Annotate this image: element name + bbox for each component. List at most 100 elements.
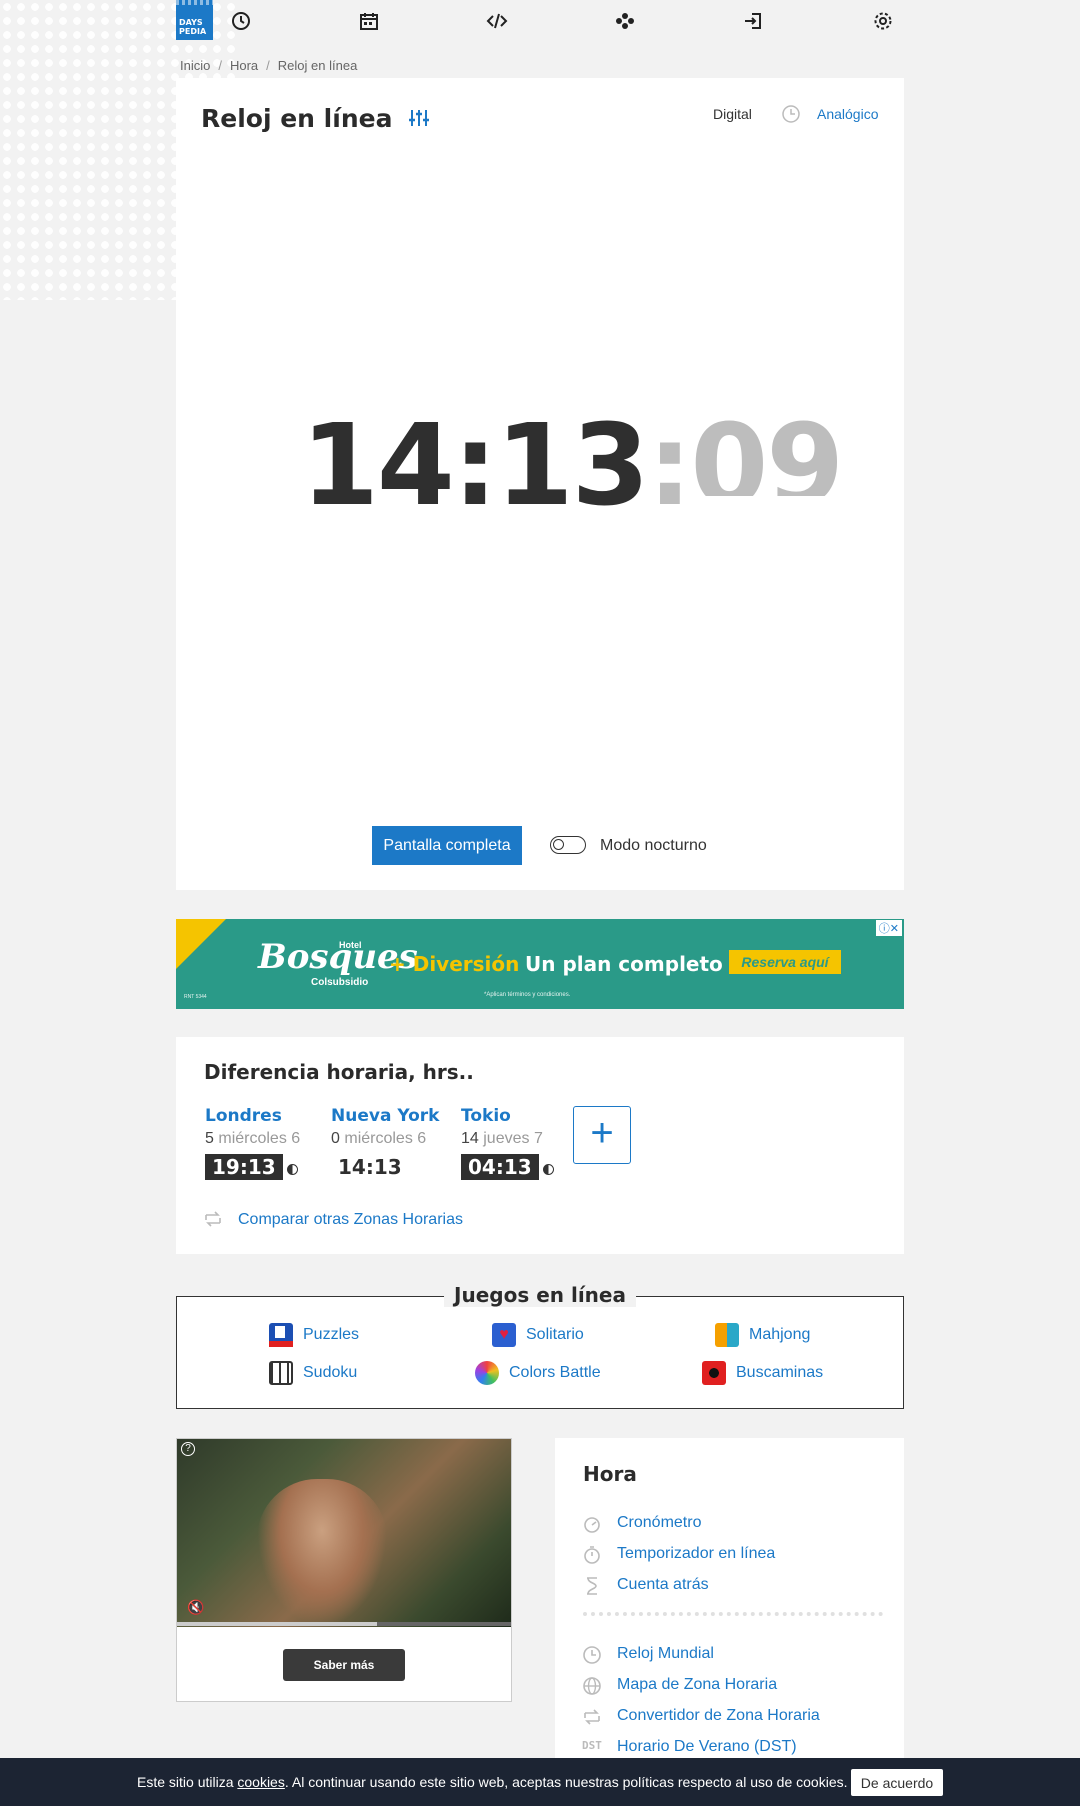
breadcrumb-home[interactable]: Inicio bbox=[180, 58, 210, 73]
game-mahjong[interactable]: Mahjong bbox=[715, 1323, 810, 1347]
game-solitario[interactable]: ♥ Solitario bbox=[492, 1323, 584, 1347]
clock-card: Reloj en línea Digital Analógico 14:13:0… bbox=[176, 78, 904, 890]
clock-seconds: 09 bbox=[690, 410, 843, 496]
video-progress-fill bbox=[177, 1622, 378, 1626]
mahjong-icon bbox=[715, 1323, 739, 1347]
link-cronometro[interactable]: Cronómetro bbox=[617, 1514, 701, 1532]
logo-line-2: PEDIA bbox=[179, 27, 207, 36]
globe-icon bbox=[583, 1677, 601, 1695]
digital-clock: 14:13:09 bbox=[301, 410, 842, 522]
solitario-heart-icon: ♥ bbox=[492, 1323, 516, 1347]
ad-info-close-icon[interactable]: ⓘ✕ bbox=[875, 920, 902, 936]
ad-sub: Colsubsidio bbox=[311, 977, 369, 988]
cookie-bar: Este sitio utiliza cookies. Al continuar… bbox=[0, 1758, 1080, 1806]
mode-digital[interactable]: Digital bbox=[713, 106, 752, 122]
logo-line-1: DAYS bbox=[179, 18, 203, 27]
games-title: Juegos en línea bbox=[444, 1283, 636, 1307]
calendar-icon[interactable] bbox=[358, 10, 380, 32]
timezone-card: Diferencia horaria, hrs.. Londres 5 miér… bbox=[176, 1037, 904, 1254]
dst-icon: DST bbox=[582, 1739, 602, 1752]
mute-icon[interactable]: 🔇 bbox=[187, 1599, 204, 1616]
game-label: Mahjong bbox=[749, 1326, 811, 1343]
timezone-title: Diferencia horaria, hrs.. bbox=[204, 1060, 474, 1084]
cookie-text-after: . Al continuar usando este sitio web, ac… bbox=[284, 1774, 848, 1790]
puzzles-icon bbox=[269, 1323, 293, 1347]
gear-icon[interactable] bbox=[872, 10, 894, 32]
fullscreen-button[interactable]: Pantalla completa bbox=[372, 826, 522, 865]
ad-terms: *Aplican términos y condiciones. bbox=[484, 992, 571, 998]
night-mode-label: Modo nocturno bbox=[600, 837, 707, 854]
night-moon-icon bbox=[542, 1164, 554, 1176]
cookie-text: Este sitio utiliza cookies. Al continuar… bbox=[137, 1774, 848, 1790]
city-time: 19:13 bbox=[205, 1154, 283, 1180]
night-moon-icon bbox=[286, 1164, 298, 1176]
game-label: Sudoku bbox=[303, 1364, 358, 1381]
clock-icon[interactable] bbox=[230, 10, 252, 32]
mode-analog[interactable]: Analógico bbox=[817, 106, 879, 122]
divider bbox=[583, 1612, 883, 1616]
settings-sliders-icon[interactable] bbox=[408, 108, 430, 128]
breadcrumb-hora[interactable]: Hora bbox=[230, 58, 258, 73]
network-icon[interactable] bbox=[614, 10, 636, 32]
city-name[interactable]: Nueva York bbox=[331, 1106, 439, 1126]
game-sudoku[interactable]: Sudoku bbox=[269, 1361, 357, 1385]
buscaminas-mine-icon bbox=[702, 1361, 726, 1385]
city-time: 14:13 bbox=[338, 1155, 402, 1179]
learn-more-button[interactable]: Saber más bbox=[283, 1649, 405, 1681]
sudoku-grid-icon bbox=[269, 1361, 293, 1385]
city-londres[interactable]: Londres 5 miércoles 6 19:13 bbox=[205, 1106, 300, 1180]
login-icon[interactable] bbox=[742, 10, 764, 32]
link-convertidor[interactable]: Convertidor de Zona Horaria bbox=[617, 1707, 820, 1725]
video-figure bbox=[257, 1479, 387, 1627]
cookie-link[interactable]: cookies bbox=[237, 1774, 284, 1790]
ad-corner-shape bbox=[176, 919, 226, 969]
compare-timezones-link[interactable]: Comparar otras Zonas Horarias bbox=[238, 1211, 463, 1229]
link-reloj-mundial[interactable]: Reloj Mundial bbox=[617, 1645, 714, 1663]
city-tokio[interactable]: Tokio 14 jueves 7 04:13 bbox=[461, 1106, 554, 1180]
games-box: Juegos en línea Puzzles ♥ Solitario Mahj… bbox=[176, 1283, 904, 1409]
converter-icon bbox=[584, 1709, 600, 1725]
game-label: Buscaminas bbox=[736, 1364, 824, 1381]
game-label: Solitario bbox=[526, 1326, 584, 1343]
city-time: 04:13 bbox=[461, 1154, 539, 1180]
video-thumbnail[interactable]: ? 🔇 bbox=[177, 1439, 511, 1627]
cookie-text-before: Este sitio utiliza bbox=[137, 1774, 238, 1790]
city-name[interactable]: Londres bbox=[205, 1106, 300, 1126]
city-diff: 0 miércoles 6 bbox=[331, 1130, 427, 1147]
colors-battle-icon bbox=[475, 1361, 499, 1385]
breadcrumb-separator: / bbox=[266, 58, 270, 73]
clock-seconds-colon: : bbox=[647, 401, 693, 531]
city-nueva-york[interactable]: Nueva York 0 miércoles 6 14:13 bbox=[331, 1106, 439, 1180]
city-diff: 14 jueves 7 bbox=[461, 1130, 543, 1147]
accept-cookies-button[interactable]: De acuerdo bbox=[851, 1769, 943, 1796]
analog-clock-icon[interactable] bbox=[781, 104, 801, 124]
link-temporizador[interactable]: Temporizador en línea bbox=[617, 1545, 775, 1563]
city-diff: 5 miércoles 6 bbox=[205, 1130, 301, 1147]
link-mapa-zona-horaria[interactable]: Mapa de Zona Horaria bbox=[617, 1676, 777, 1694]
add-city-button[interactable]: + bbox=[573, 1106, 631, 1164]
game-puzzles[interactable]: Puzzles bbox=[269, 1323, 359, 1347]
video-ad[interactable]: ? 🔇 Saber más bbox=[176, 1438, 512, 1702]
breadcrumb-separator: / bbox=[218, 58, 222, 73]
link-horario-verano[interactable]: Horario De Verano (DST) bbox=[617, 1738, 797, 1756]
ad-cta-button[interactable]: Reserva aquí bbox=[729, 950, 841, 974]
ad-headline-plan: Un plan completo bbox=[525, 952, 723, 976]
site-logo[interactable]: DAYS PEDIA bbox=[176, 0, 213, 40]
ad-help-icon[interactable]: ? bbox=[181, 1442, 195, 1456]
link-cuenta-atras[interactable]: Cuenta atrás bbox=[617, 1576, 709, 1594]
game-label: Colors Battle bbox=[509, 1364, 601, 1381]
code-icon[interactable] bbox=[486, 10, 508, 32]
breadcrumb: Inicio / Hora / Reloj en línea bbox=[180, 58, 357, 73]
game-label: Puzzles bbox=[303, 1326, 360, 1343]
ad-banner[interactable]: Hotel Bosques Colsubsidio + Diversión Un… bbox=[176, 919, 904, 1009]
game-buscaminas[interactable]: Buscaminas bbox=[702, 1361, 823, 1385]
hora-title: Hora bbox=[583, 1462, 637, 1486]
night-mode-toggle[interactable] bbox=[550, 836, 586, 854]
countdown-icon bbox=[587, 1577, 597, 1595]
game-colors-battle[interactable]: Colors Battle bbox=[475, 1361, 601, 1385]
city-name[interactable]: Tokio bbox=[461, 1106, 554, 1126]
ad-headline-plus: + Diversión bbox=[389, 952, 520, 976]
toggle-knob bbox=[553, 839, 564, 850]
video-progress-bar bbox=[177, 1622, 511, 1626]
breadcrumb-current: Reloj en línea bbox=[277, 58, 358, 73]
